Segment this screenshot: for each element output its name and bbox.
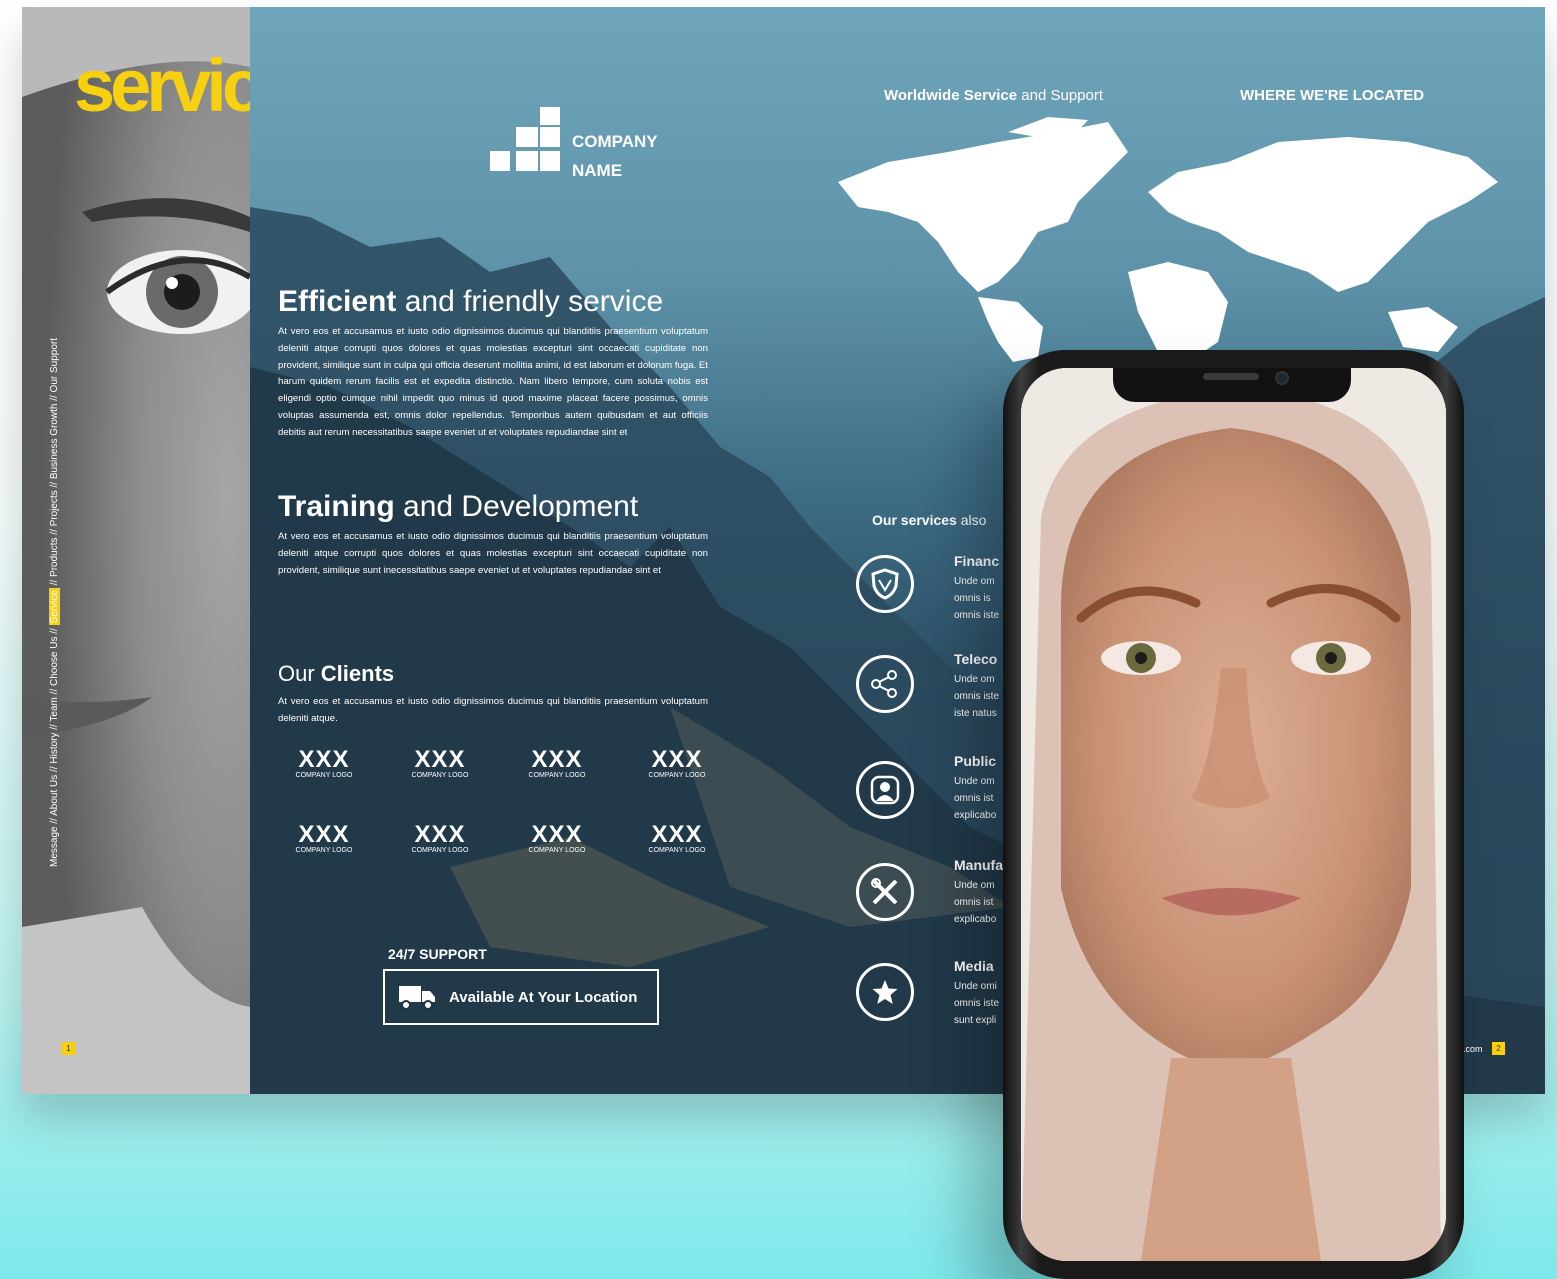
page-number-left: 1 xyxy=(62,1042,75,1055)
person-icon xyxy=(856,761,914,819)
nav-items-after[interactable]: // Products // Projects // Business Grow… xyxy=(49,338,60,588)
available-location-label: Available At Your Location xyxy=(449,988,638,1006)
service-text: explicabo xyxy=(954,914,997,925)
service-title: Financ xyxy=(954,553,1000,569)
training-heading-rest: and Development xyxy=(394,490,639,523)
service-title: Manufa xyxy=(954,857,1003,873)
service-text: iste natus xyxy=(954,708,997,719)
service-text: Unde omi xyxy=(954,981,997,992)
worldwide-heading-bold: Worldwide Service xyxy=(884,87,1018,104)
services-heading-bold: Our services xyxy=(872,512,957,528)
service-text: omnis ist xyxy=(954,897,994,908)
clients-heading-bold: Clients xyxy=(320,661,395,686)
service-title: Public xyxy=(954,753,997,769)
service-text: explicabo xyxy=(954,810,997,821)
service-text: Unde om xyxy=(954,674,995,685)
training-paragraph: At vero eos et accusamus et iusto odio d… xyxy=(278,531,708,576)
training-heading-bold: Training xyxy=(278,490,395,523)
service-text: sunt expli xyxy=(954,1015,997,1026)
clients-paragraph: At vero eos et accusamus et iusto odio d… xyxy=(278,696,708,724)
efficient-heading: Efficient and friendly service xyxy=(278,287,663,317)
client-logo: XXX COMPANY LOGO xyxy=(648,821,706,855)
smartphone-mockup xyxy=(1003,350,1464,1279)
truck-icon xyxy=(399,986,435,1010)
company-logo-icon xyxy=(490,107,560,171)
service-text: Unde om xyxy=(954,576,995,587)
training-heading: Training and Development xyxy=(278,492,638,522)
service-title: Media xyxy=(954,958,994,974)
phone-speaker xyxy=(1203,373,1259,380)
tools-icon xyxy=(856,863,914,921)
client-logo: XXX COMPANY LOGO xyxy=(648,746,706,780)
worldwide-heading: Worldwide Service and Support xyxy=(884,87,1103,104)
page-number-right: 2 xyxy=(1492,1042,1505,1055)
share-icon xyxy=(856,655,914,713)
company-name-line2: NAME xyxy=(572,161,623,180)
vertical-nav[interactable]: Message // About Us // History // Team /… xyxy=(49,247,60,867)
client-logo: XXX COMPANY LOGO xyxy=(528,746,586,780)
efficient-heading-bold: Efficient xyxy=(278,285,397,318)
client-logo: XXX COMPANY LOGO xyxy=(295,746,353,780)
located-heading: WHERE WE'RE LOCATED xyxy=(1240,87,1425,104)
phone-camera-icon xyxy=(1275,371,1289,385)
client-logo: XXX COMPANY LOGO xyxy=(295,821,353,855)
service-text: Unde om xyxy=(954,880,995,891)
footer-domain: .com xyxy=(1463,1044,1483,1054)
client-logo: XXX COMPANY LOGO xyxy=(411,821,469,855)
efficient-paragraph: At vero eos et accusamus et iusto odio d… xyxy=(278,326,708,438)
service-text: omnis iste xyxy=(954,691,1000,702)
service-text: omnis is xyxy=(954,593,991,604)
efficient-heading-rest: and friendly service xyxy=(396,285,664,318)
service-title: Teleco xyxy=(954,651,998,667)
client-logo: XXX COMPANY LOGO xyxy=(528,821,586,855)
shield-icon xyxy=(856,555,914,613)
portrait-photo xyxy=(1021,368,1446,1261)
service-text: Unde om xyxy=(954,776,995,787)
services-heading-rest: also xyxy=(956,512,987,528)
company-name-line1: COMPANY xyxy=(572,132,658,151)
clients-heading: Our Clients xyxy=(278,661,394,687)
service-text: omnis ist xyxy=(954,793,994,804)
available-location-button[interactable]: Available At Your Location xyxy=(383,969,659,1025)
worldwide-heading-rest: and Support xyxy=(1017,87,1104,104)
services-heading: Our services also xyxy=(872,512,986,528)
nav-items-before[interactable]: Message // About Us // History // Team /… xyxy=(49,625,60,867)
nav-item-service-active[interactable]: Service xyxy=(49,588,60,626)
support-label: 24/7 SUPPORT xyxy=(388,946,487,962)
phone-screen xyxy=(1021,368,1446,1261)
service-text: omnis iste xyxy=(954,610,1000,621)
left-page-photo: service. Message // About Us // History … xyxy=(22,7,315,1094)
client-logo: XXX COMPANY LOGO xyxy=(411,746,469,780)
star-icon xyxy=(856,963,914,1021)
company-name: COMPANY NAME xyxy=(572,127,658,185)
service-text: omnis iste xyxy=(954,998,1000,1009)
clients-heading-light: Our xyxy=(278,661,321,686)
world-map xyxy=(838,117,1498,362)
